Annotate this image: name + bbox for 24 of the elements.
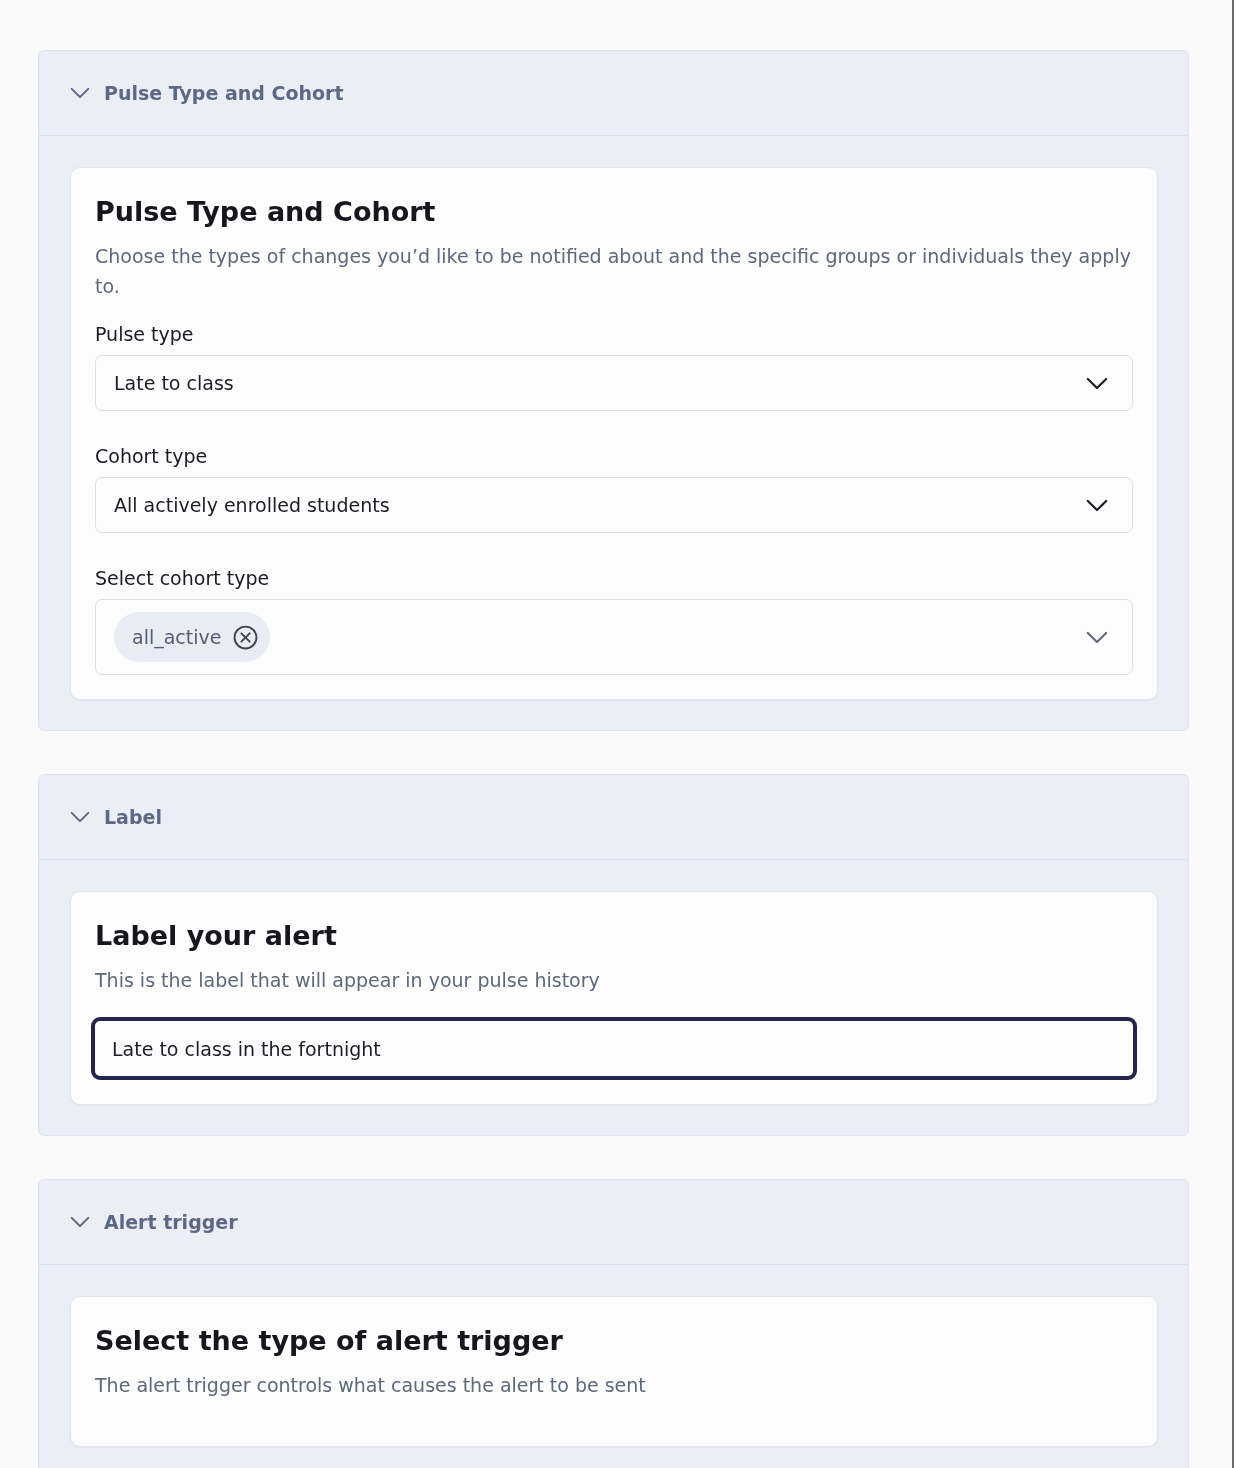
chevron-down-icon	[1086, 376, 1108, 390]
text-input[interactable]: Late to class in the fortnight	[91, 1017, 1137, 1080]
accordion-header[interactable]: Label	[39, 775, 1188, 860]
chevron-icon	[70, 87, 90, 99]
card-heading: Pulse Type and Cohort	[95, 196, 437, 227]
accordion-header[interactable]: Alert trigger	[39, 1180, 1188, 1265]
chevron-icon	[70, 811, 90, 823]
card-description: The alert trigger controls what causes the alert to be sent	[95, 1373, 647, 1398]
dropdown-field[interactable]: Late to class	[95, 355, 1133, 411]
card-heading: Select the type of alert trigger	[95, 1325, 564, 1356]
chevron-down-icon	[1086, 498, 1108, 512]
multiselect-field[interactable]: all_active	[95, 599, 1133, 675]
chevron-icon	[70, 1216, 90, 1228]
tag-chip: all_active	[114, 612, 271, 662]
field-label: Select cohort type	[95, 567, 271, 589]
chevron-down-icon	[1086, 630, 1108, 644]
card-heading: Label your alert	[95, 920, 338, 951]
remove-icon[interactable]	[233, 624, 259, 650]
field-label: Cohort type	[95, 445, 209, 467]
accordion-header[interactable]: Pulse Type and Cohort	[39, 51, 1188, 136]
field-label: Pulse type	[95, 323, 195, 345]
card-description: This is the label that will appear in your pulse history	[95, 968, 601, 993]
dropdown-field[interactable]: All actively enrolled students	[95, 477, 1133, 533]
card-description: Choose the types of changes you’d like to be notified about and the specific groups or individuals they apply to.	[95, 244, 1132, 299]
